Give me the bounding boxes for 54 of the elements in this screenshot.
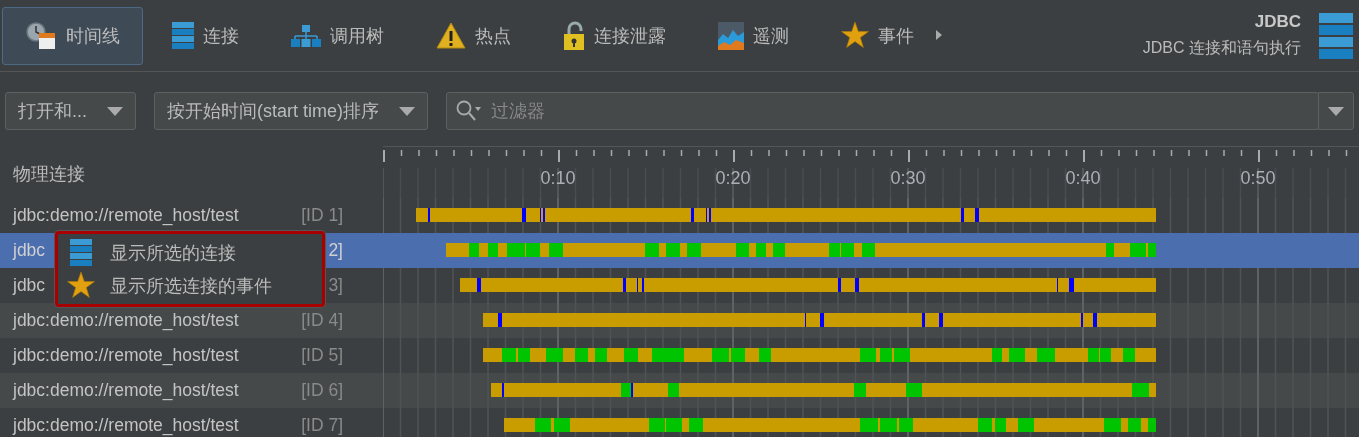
tab[interactable]: 时间线 — [2, 6, 143, 65]
axis-label: 0:30 — [890, 168, 926, 188]
connection-url: jdbc:demo://remote_host/test — [13, 415, 239, 436]
connection-url: jdbc:demo://remote_host/test — [13, 380, 239, 401]
filter-history-dropdown[interactable] — [1318, 92, 1354, 130]
connection-id: 3] — [328, 275, 343, 296]
connection-url: jdbc:demo://remote_host/test — [13, 345, 239, 366]
caret-icon — [1328, 106, 1344, 116]
database-icon — [1319, 12, 1353, 59]
dropdown[interactable]: 打开和... — [5, 92, 136, 130]
connection-row[interactable]: jdbc:demo://remote_host/test [ID 1] — [0, 198, 1359, 233]
connection-url: jdbc — [13, 275, 46, 296]
axis-label: 0:50 — [1240, 168, 1276, 188]
connection-row[interactable]: jdbc:demo://remote_host/test [ID 6] — [0, 373, 1359, 408]
search-icon — [456, 100, 483, 122]
menu-item[interactable]: 显示所选的连接 — [58, 236, 322, 269]
connection-id: [ID 5] — [301, 345, 343, 366]
chart-icon — [718, 21, 744, 50]
connection-id: [ID 1] — [301, 205, 343, 226]
column-header: 物理连接 — [12, 163, 86, 186]
connection-id: [ID 7] — [301, 415, 343, 436]
hierarchy-icon — [291, 24, 321, 47]
tab[interactable]: 热点 — [413, 6, 534, 65]
star-icon — [67, 272, 95, 299]
connection-id: [ID 6] — [301, 380, 343, 401]
tab[interactable]: 调用树 — [268, 6, 407, 65]
connection-url: jdbc:demo://remote_host/test — [13, 310, 239, 331]
dropdown[interactable]: 按开始时间(start time)排序 — [154, 92, 429, 130]
database-icon — [70, 238, 92, 267]
database-icon — [172, 21, 194, 50]
tab[interactable]: 事件 — [818, 6, 937, 65]
calendar-clock-icon — [25, 20, 57, 51]
caret-icon — [107, 106, 123, 116]
connection-url: jdbc:demo://remote_host/test — [13, 205, 239, 226]
connection-id: [ID 4] — [301, 310, 343, 331]
axis-label: 0:10 — [540, 168, 576, 188]
tab[interactable]: 连接 — [149, 6, 262, 65]
tab[interactable]: 遥测 — [695, 6, 812, 65]
axis-label: 0:20 — [715, 168, 751, 188]
star-icon — [841, 22, 869, 49]
connection-row[interactable]: jdbc:demo://remote_host/test [ID 7] — [0, 408, 1359, 437]
padlock-icon — [563, 20, 585, 51]
view-title: JDBC — [1254, 12, 1301, 32]
menu-item[interactable]: 显示所选连接的事件 — [58, 269, 322, 302]
connection-url: jdbc — [13, 240, 46, 261]
view-subtitle: JDBC 连接和语句执行 — [1142, 38, 1301, 58]
warning-icon — [436, 22, 466, 49]
tab[interactable]: 连接泄露 — [540, 6, 689, 65]
more-tabs-arrow-icon[interactable] — [935, 28, 943, 41]
connection-row[interactable]: jdbc:demo://remote_host/test [ID 4] — [0, 303, 1359, 338]
axis-label: 0:40 — [1065, 168, 1101, 188]
filter-field[interactable]: 过滤器 — [446, 92, 1319, 130]
connection-id: 2] — [328, 240, 343, 261]
caret-icon — [399, 106, 416, 116]
